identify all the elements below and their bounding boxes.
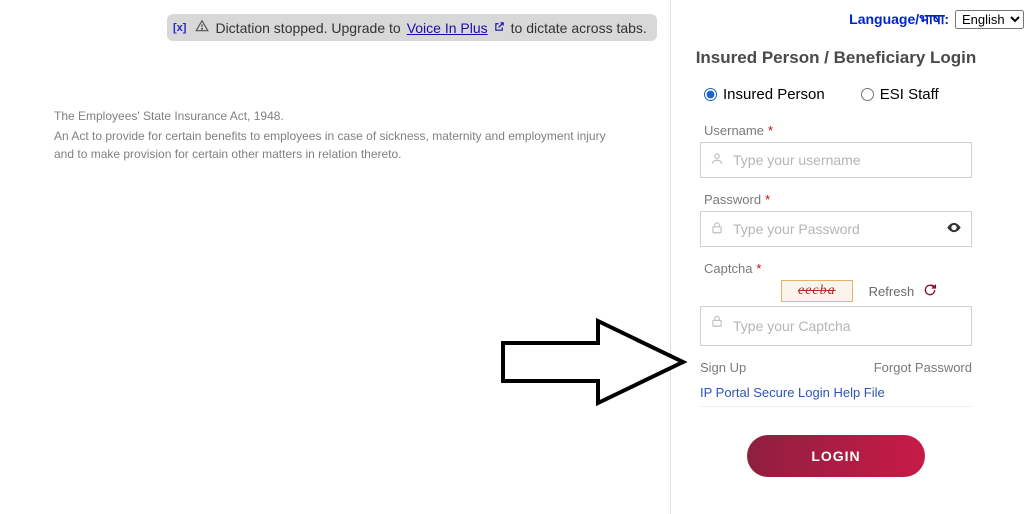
warning-icon xyxy=(195,19,209,36)
login-type-radio-group: Insured Person ESI Staff xyxy=(686,86,986,103)
help-file-link[interactable]: IP Portal Secure Login Help File xyxy=(700,385,972,400)
language-selector-row: Language/भाषा: English xyxy=(849,10,1024,29)
captcha-input[interactable] xyxy=(700,306,972,346)
login-button[interactable]: LOGIN xyxy=(747,435,925,477)
password-input-wrap xyxy=(700,211,972,247)
captcha-image: eecba xyxy=(781,280,853,302)
captcha-input-wrap xyxy=(700,306,972,346)
dictation-banner: [x] Dictation stopped. Upgrade to Voice … xyxy=(167,14,657,41)
act-description: The Employees' State Insurance Act, 1948… xyxy=(54,107,614,163)
aux-links-row: Sign Up Forgot Password xyxy=(700,360,972,375)
act-title: The Employees' State Insurance Act, 1948… xyxy=(54,107,614,125)
voice-in-plus-link[interactable]: Voice In Plus xyxy=(407,20,488,36)
captcha-row: eecba Refresh xyxy=(781,280,972,302)
radio-insured-person[interactable]: Insured Person xyxy=(704,86,825,103)
banner-text-before: Dictation stopped. Upgrade to xyxy=(215,20,400,36)
banner-text-after: to dictate across tabs. xyxy=(511,20,647,36)
language-select[interactable]: English xyxy=(955,10,1024,29)
username-input[interactable] xyxy=(700,142,972,178)
pointer-arrow xyxy=(498,313,688,411)
signup-link[interactable]: Sign Up xyxy=(700,360,746,375)
password-input[interactable] xyxy=(700,211,972,247)
external-link-icon xyxy=(494,21,505,35)
radio-insured-person-input[interactable] xyxy=(704,88,717,101)
refresh-label: Refresh xyxy=(869,284,915,299)
vertical-divider xyxy=(670,0,671,514)
password-label: Password* xyxy=(704,192,986,207)
radio-esi-staff[interactable]: ESI Staff xyxy=(861,86,939,103)
captcha-label: Captcha* xyxy=(704,261,986,276)
username-label: Username* xyxy=(704,123,986,138)
username-input-wrap xyxy=(700,142,972,178)
language-label: Language/भाषा: xyxy=(849,10,949,29)
eye-icon[interactable] xyxy=(946,220,962,239)
act-body: An Act to provide for certain benefits t… xyxy=(54,127,614,163)
divider xyxy=(700,406,972,407)
banner-close[interactable]: [x] xyxy=(173,22,186,34)
login-title: Insured Person / Beneficiary Login xyxy=(686,48,986,68)
forgot-password-link[interactable]: Forgot Password xyxy=(874,360,972,375)
radio-esi-staff-input[interactable] xyxy=(861,88,874,101)
refresh-icon[interactable] xyxy=(922,282,938,301)
login-panel: Insured Person / Beneficiary Login Insur… xyxy=(686,48,986,477)
